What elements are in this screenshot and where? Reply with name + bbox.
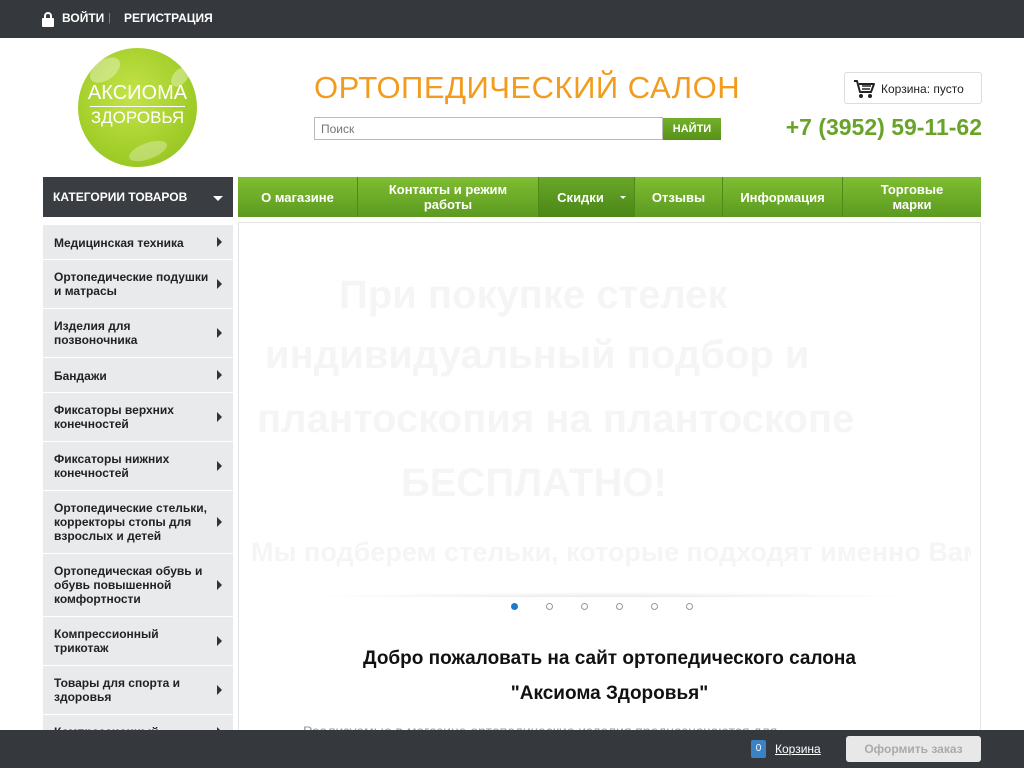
nav-item-label: Информация (740, 189, 825, 205)
slider-dot[interactable] (581, 603, 588, 610)
sidebar-item-upper-limb[interactable]: Фиксаторы верхних конечностей (43, 393, 233, 442)
chevron-right-icon (217, 517, 222, 527)
nav-item-label: О магазине (261, 189, 334, 205)
search-button[interactable]: НАЙТИ (663, 118, 721, 140)
nav-item-label: Скидки (557, 189, 604, 205)
logo-leaf (126, 136, 170, 166)
sidebar-item-label: Ортопедические подушки и матрасы (54, 270, 209, 298)
sidebar-item-label: Изделия для позвоночника (54, 319, 138, 347)
chevron-right-icon (217, 636, 222, 646)
cart-link[interactable]: Корзина (775, 742, 821, 756)
slider-dot[interactable] (651, 603, 658, 610)
nav-item-label: Контакты и режим работы (388, 182, 508, 212)
site-title: ОРТОПЕДИЧЕСКИЙ САЛОН (314, 70, 741, 105)
main-content: При покупке стелек индивидуальный подбор… (238, 222, 981, 742)
sidebar-item-label: Ортопедическая обувь и обувь повышенной … (54, 564, 203, 606)
login-link[interactable]: ВОЙТИ (62, 11, 104, 25)
chevron-right-icon (217, 685, 222, 695)
site-logo[interactable]: АКСИОМА ЗДОРОВЬЯ (78, 48, 197, 167)
chevron-right-icon (217, 580, 222, 590)
sidebar-item-medical-equipment[interactable]: Медицинская техника (43, 225, 233, 260)
slider-pagination (511, 603, 701, 613)
nav-item-info[interactable]: Информация (723, 177, 843, 217)
logo-text-top: АКСИОМА (87, 82, 188, 104)
nav-item-brands[interactable]: Торговые марки (843, 177, 981, 217)
slider-dot[interactable] (511, 603, 518, 610)
welcome-heading: Добро пожаловать на сайт ортопедического… (239, 641, 980, 711)
sidebar-item-lower-limb[interactable]: Фиксаторы нижних конечностей (43, 442, 233, 491)
shopping-cart-icon (854, 80, 875, 98)
chevron-right-icon (217, 279, 222, 289)
register-link[interactable]: РЕГИСТРАЦИЯ (124, 11, 213, 25)
nav-item-reviews[interactable]: Отзывы (635, 177, 723, 217)
sidebar-item-sport[interactable]: Товары для спорта и здоровья (43, 666, 233, 715)
welcome-line: "Аксиома Здоровья" (510, 683, 709, 704)
banner-shadow (291, 592, 931, 597)
sidebar-item-label: Компрессионный трикотаж (54, 627, 159, 655)
main-nav: О магазине Контакты и режим работы Скидк… (238, 177, 981, 217)
sidebar-item-compression[interactable]: Компрессионный трикотаж (43, 617, 233, 666)
lock-icon (42, 12, 54, 27)
sidebar-item-label: Бандажи (54, 369, 107, 383)
sidebar-item-label: Фиксаторы верхних конечностей (54, 403, 174, 431)
nav-item-label: Торговые марки (880, 182, 944, 212)
promo-slider[interactable]: При покупке стелек индивидуальный подбор… (251, 237, 971, 597)
banner-line: При покупке стелек (339, 273, 728, 317)
sidebar-item-label: Медицинская техника (54, 236, 184, 250)
sidebar-item-label: Фиксаторы нижних конечностей (54, 452, 170, 480)
categories-title: КАТЕГОРИИ ТОВАРОВ (53, 190, 188, 204)
sidebar-item-label: Ортопедические стельки, корректоры стопы… (54, 501, 207, 543)
sidebar-item-insoles[interactable]: Ортопедические стельки, корректоры стопы… (43, 491, 233, 554)
banner-subline: Мы подберем стельки, которые подходят им… (251, 537, 971, 567)
sidebar-item-spine[interactable]: Изделия для позвоночника (43, 309, 233, 358)
nav-item-label: Отзывы (651, 189, 706, 205)
banner-line: БЕСПЛАТНО! (401, 461, 667, 505)
nav-item-discounts[interactable]: Скидки (539, 177, 635, 217)
phone-number: +7 (3952) 59-11-62 (785, 114, 982, 140)
cart-count-badge: 0 (751, 740, 766, 758)
sidebar-item-pillows[interactable]: Ортопедические подушки и матрасы (43, 260, 233, 309)
logo-text-bottom: ЗДОРОВЬЯ (90, 108, 185, 127)
chevron-right-icon (217, 370, 222, 380)
sidebar-item-bandages[interactable]: Бандажи (43, 358, 233, 393)
welcome-line: Добро пожаловать на сайт ортопедического… (363, 648, 856, 669)
slider-dot[interactable] (546, 603, 553, 610)
chevron-right-icon (217, 461, 222, 471)
header-cart[interactable]: Корзина: пусто (844, 72, 982, 104)
logo-divider (90, 106, 185, 107)
chevron-right-icon (217, 412, 222, 422)
chevron-right-icon (217, 328, 222, 338)
header-cart-label: Корзина: пусто (881, 82, 964, 96)
nav-item-about[interactable]: О магазине (238, 177, 358, 217)
caret-down-icon (620, 196, 626, 199)
chevron-down-icon (213, 196, 223, 201)
banner-line: индивидуальный подбор и (265, 333, 810, 377)
search-input[interactable] (314, 117, 663, 140)
categories-toggle[interactable]: КАТЕГОРИИ ТОВАРОВ (43, 177, 233, 217)
top-bar: ВОЙТИ | РЕГИСТРАЦИЯ (0, 0, 1024, 38)
sidebar-item-footwear[interactable]: Ортопедическая обувь и обувь повышенной … (43, 554, 233, 617)
bottom-cart-bar: 0 Корзина Оформить заказ (0, 730, 1024, 768)
slider-dot[interactable] (686, 603, 693, 610)
sidebar-item-label: Товары для спорта и здоровья (54, 676, 180, 704)
topbar-separator: | (108, 12, 111, 24)
nav-item-contacts[interactable]: Контакты и режим работы (358, 177, 539, 217)
category-sidebar: Медицинская техника Ортопедические подуш… (43, 225, 233, 745)
banner-line: плантоскопия на плантоскопе (257, 397, 855, 441)
chevron-right-icon (217, 237, 222, 247)
slider-dot[interactable] (616, 603, 623, 610)
checkout-button[interactable]: Оформить заказ (846, 736, 981, 762)
